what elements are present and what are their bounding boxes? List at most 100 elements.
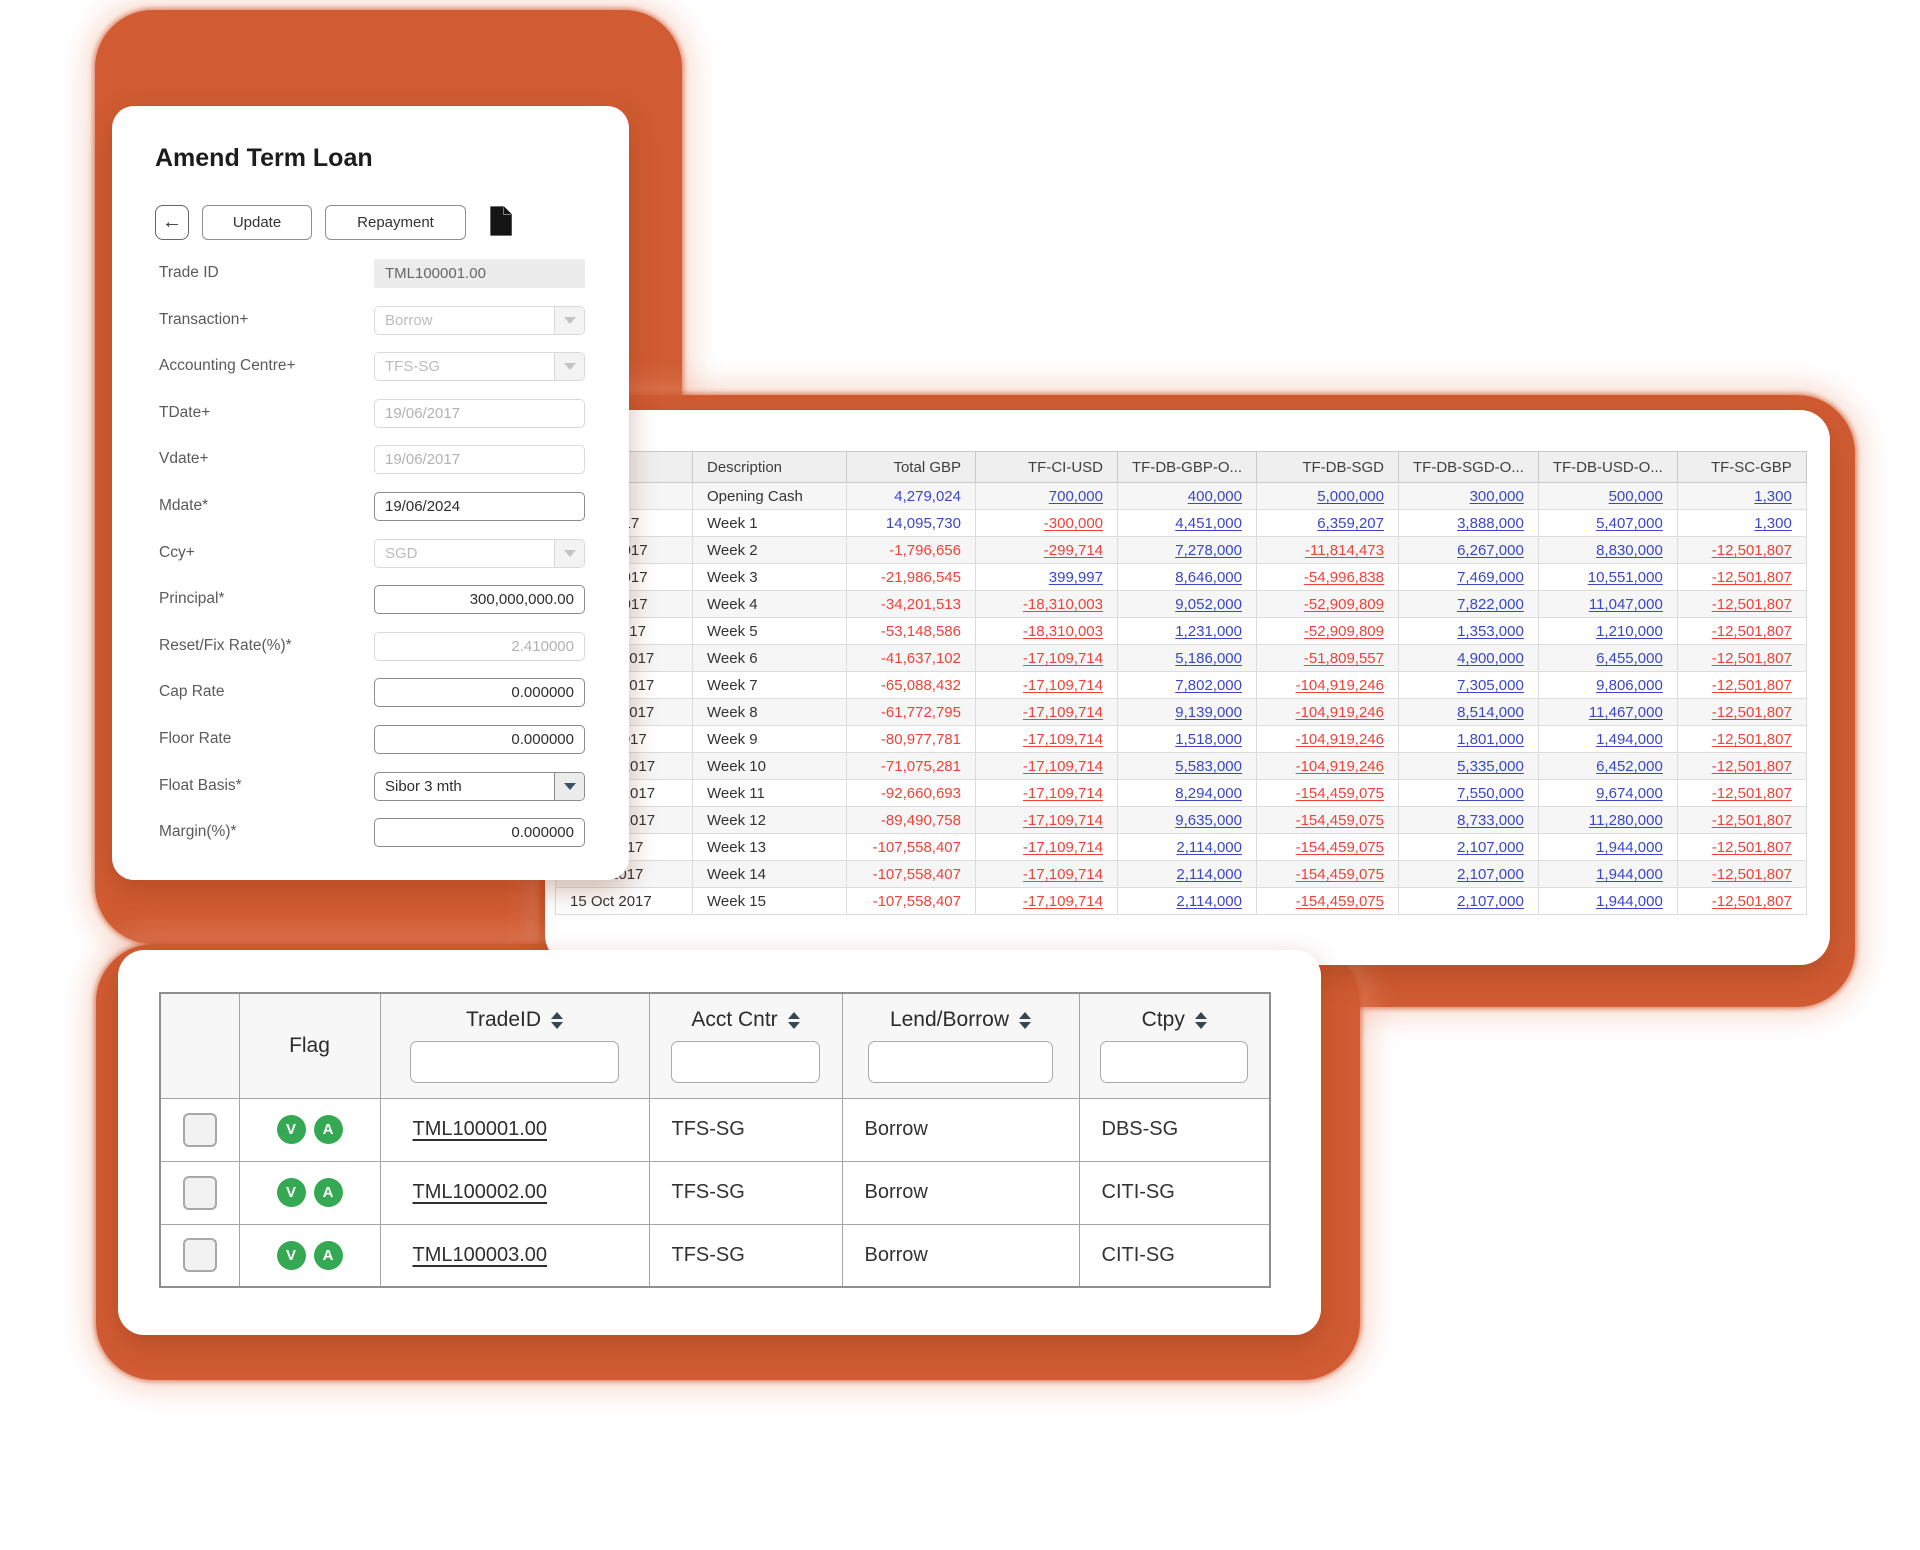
sort-icon[interactable]	[788, 1012, 800, 1029]
cashflow-amount-link[interactable]: -54,996,838	[1257, 564, 1399, 591]
cashflow-amount-link[interactable]: 2,107,000	[1399, 888, 1539, 915]
filter-input-tradeid[interactable]	[410, 1041, 619, 1083]
chevron-down-icon[interactable]	[554, 773, 584, 800]
cashflow-amount-link[interactable]: 9,806,000	[1538, 672, 1677, 699]
cashflow-amount-link[interactable]: 2,114,000	[1118, 861, 1257, 888]
row-checkbox[interactable]	[183, 1176, 217, 1210]
trade-id-link[interactable]: TML100003.00	[413, 1244, 548, 1266]
cashflow-amount-link[interactable]: 9,052,000	[1118, 591, 1257, 618]
cashflow-amount-link[interactable]: 11,047,000	[1538, 591, 1677, 618]
filter-input-ctpy[interactable]	[1100, 1041, 1248, 1083]
cashflow-amount-link[interactable]: -104,919,246	[1257, 753, 1399, 780]
cashflow-amount-link[interactable]: 1,944,000	[1538, 888, 1677, 915]
cashflow-amount-link[interactable]: 2,107,000	[1399, 861, 1539, 888]
cashflow-amount-link[interactable]: -12,501,807	[1677, 807, 1806, 834]
cashflow-amount-link[interactable]: -154,459,075	[1257, 807, 1399, 834]
cashflow-amount-link[interactable]: 1,518,000	[1118, 726, 1257, 753]
cashflow-amount-link[interactable]: -11,814,473	[1257, 537, 1399, 564]
cashflow-amount-link[interactable]: 700,000	[976, 483, 1118, 510]
cashflow-amount-link[interactable]: 1,300	[1677, 483, 1806, 510]
cashflow-amount-link[interactable]: -154,459,075	[1257, 780, 1399, 807]
cashflow-amount-link[interactable]: 8,294,000	[1118, 780, 1257, 807]
cashflow-amount-link[interactable]: 6,267,000	[1399, 537, 1539, 564]
cashflow-amount-link[interactable]: 399,997	[976, 564, 1118, 591]
cashflow-amount-link[interactable]: -12,501,807	[1677, 888, 1806, 915]
cashflow-amount-link[interactable]: -299,714	[976, 537, 1118, 564]
trade-id-link[interactable]: TML100002.00	[413, 1181, 548, 1203]
cashflow-amount-link[interactable]: -154,459,075	[1257, 861, 1399, 888]
cashflow-amount-link[interactable]: -17,109,714	[976, 888, 1118, 915]
cashflow-amount-link[interactable]: 1,944,000	[1538, 861, 1677, 888]
cashflow-amount-link[interactable]: -17,109,714	[976, 645, 1118, 672]
cashflow-amount-link[interactable]: -12,501,807	[1677, 726, 1806, 753]
cashflow-amount-link[interactable]: 5,335,000	[1399, 753, 1539, 780]
cashflow-amount-link[interactable]: -12,501,807	[1677, 753, 1806, 780]
cashflow-amount-link[interactable]: 2,114,000	[1118, 888, 1257, 915]
cashflow-amount-link[interactable]: -17,109,714	[976, 780, 1118, 807]
cashflow-amount-link[interactable]: -12,501,807	[1677, 537, 1806, 564]
cashflow-amount-link[interactable]: 7,469,000	[1399, 564, 1539, 591]
cashflow-amount-link[interactable]: -154,459,075	[1257, 834, 1399, 861]
cashflow-amount-link[interactable]: 11,280,000	[1538, 807, 1677, 834]
cashflow-amount-link[interactable]: -17,109,714	[976, 834, 1118, 861]
cashflow-amount-link[interactable]: -17,109,714	[976, 861, 1118, 888]
cashflow-amount-link[interactable]: 1,944,000	[1538, 834, 1677, 861]
cashflow-amount-link[interactable]: 10,551,000	[1538, 564, 1677, 591]
cashflow-amount-link[interactable]: 5,186,000	[1118, 645, 1257, 672]
field-input-cap-rate[interactable]	[374, 678, 585, 707]
cashflow-amount-link[interactable]: 4,900,000	[1399, 645, 1539, 672]
cashflow-amount-link[interactable]: 1,210,000	[1538, 618, 1677, 645]
cashflow-amount-link[interactable]: -12,501,807	[1677, 645, 1806, 672]
cashflow-amount-link[interactable]: 6,452,000	[1538, 753, 1677, 780]
cashflow-amount-link[interactable]: 1,353,000	[1399, 618, 1539, 645]
cashflow-amount-link[interactable]: -17,109,714	[976, 672, 1118, 699]
cashflow-amount-link[interactable]: -12,501,807	[1677, 618, 1806, 645]
cashflow-amount-link[interactable]: 5,583,000	[1118, 753, 1257, 780]
cashflow-amount-link[interactable]: -104,919,246	[1257, 726, 1399, 753]
filter-input-acct-cntr[interactable]	[671, 1041, 821, 1083]
cashflow-amount-link[interactable]: -18,310,003	[976, 618, 1118, 645]
row-checkbox[interactable]	[183, 1113, 217, 1147]
filter-input-lend-borrow[interactable]	[868, 1041, 1052, 1083]
cashflow-amount-link[interactable]: 500,000	[1538, 483, 1677, 510]
cashflow-amount-link[interactable]: 7,822,000	[1399, 591, 1539, 618]
cashflow-amount-link[interactable]: 9,139,000	[1118, 699, 1257, 726]
cashflow-amount-link[interactable]: -300,000	[976, 510, 1118, 537]
cashflow-amount-link[interactable]: 2,114,000	[1118, 834, 1257, 861]
sort-icon[interactable]	[1195, 1012, 1207, 1029]
cashflow-amount-link[interactable]: 9,635,000	[1118, 807, 1257, 834]
cashflow-amount-link[interactable]: 1,801,000	[1399, 726, 1539, 753]
cashflow-amount-link[interactable]: -104,919,246	[1257, 699, 1399, 726]
cashflow-amount-link[interactable]: -17,109,714	[976, 807, 1118, 834]
field-input-principal[interactable]	[374, 585, 585, 614]
cashflow-amount-link[interactable]: 8,733,000	[1399, 807, 1539, 834]
cashflow-amount-link[interactable]: -12,501,807	[1677, 780, 1806, 807]
cashflow-amount-link[interactable]: 8,830,000	[1538, 537, 1677, 564]
cashflow-amount-link[interactable]: 6,359,207	[1257, 510, 1399, 537]
cashflow-amount-link[interactable]: 7,802,000	[1118, 672, 1257, 699]
cashflow-amount-link[interactable]: 7,278,000	[1118, 537, 1257, 564]
field-input-floor-rate[interactable]	[374, 725, 585, 754]
cashflow-amount-link[interactable]: -104,919,246	[1257, 672, 1399, 699]
trade-id-link[interactable]: TML100001.00	[413, 1118, 548, 1140]
cashflow-amount-link[interactable]: 7,305,000	[1399, 672, 1539, 699]
cashflow-amount-link[interactable]: -18,310,003	[976, 591, 1118, 618]
cashflow-amount-link[interactable]: 7,550,000	[1399, 780, 1539, 807]
cashflow-amount-link[interactable]: -12,501,807	[1677, 834, 1806, 861]
cashflow-amount-link[interactable]: 9,674,000	[1538, 780, 1677, 807]
cashflow-amount-link[interactable]: 1,300	[1677, 510, 1806, 537]
cashflow-amount-link[interactable]: 8,514,000	[1399, 699, 1539, 726]
cashflow-amount-link[interactable]: 3,888,000	[1399, 510, 1539, 537]
field-input-mdate[interactable]	[374, 492, 585, 521]
cashflow-amount-link[interactable]: -17,109,714	[976, 699, 1118, 726]
cashflow-amount-link[interactable]: -12,501,807	[1677, 699, 1806, 726]
cashflow-amount-link[interactable]: 8,646,000	[1118, 564, 1257, 591]
cashflow-amount-link[interactable]: 400,000	[1118, 483, 1257, 510]
cashflow-amount-link[interactable]: 11,467,000	[1538, 699, 1677, 726]
cashflow-amount-link[interactable]: -17,109,714	[976, 726, 1118, 753]
cashflow-amount-link[interactable]: 1,494,000	[1538, 726, 1677, 753]
cashflow-amount-link[interactable]: 5,407,000	[1538, 510, 1677, 537]
cashflow-amount-link[interactable]: -12,501,807	[1677, 672, 1806, 699]
cashflow-amount-link[interactable]: -12,501,807	[1677, 564, 1806, 591]
field-input-float-basis[interactable]: Sibor 3 mth	[374, 772, 585, 801]
